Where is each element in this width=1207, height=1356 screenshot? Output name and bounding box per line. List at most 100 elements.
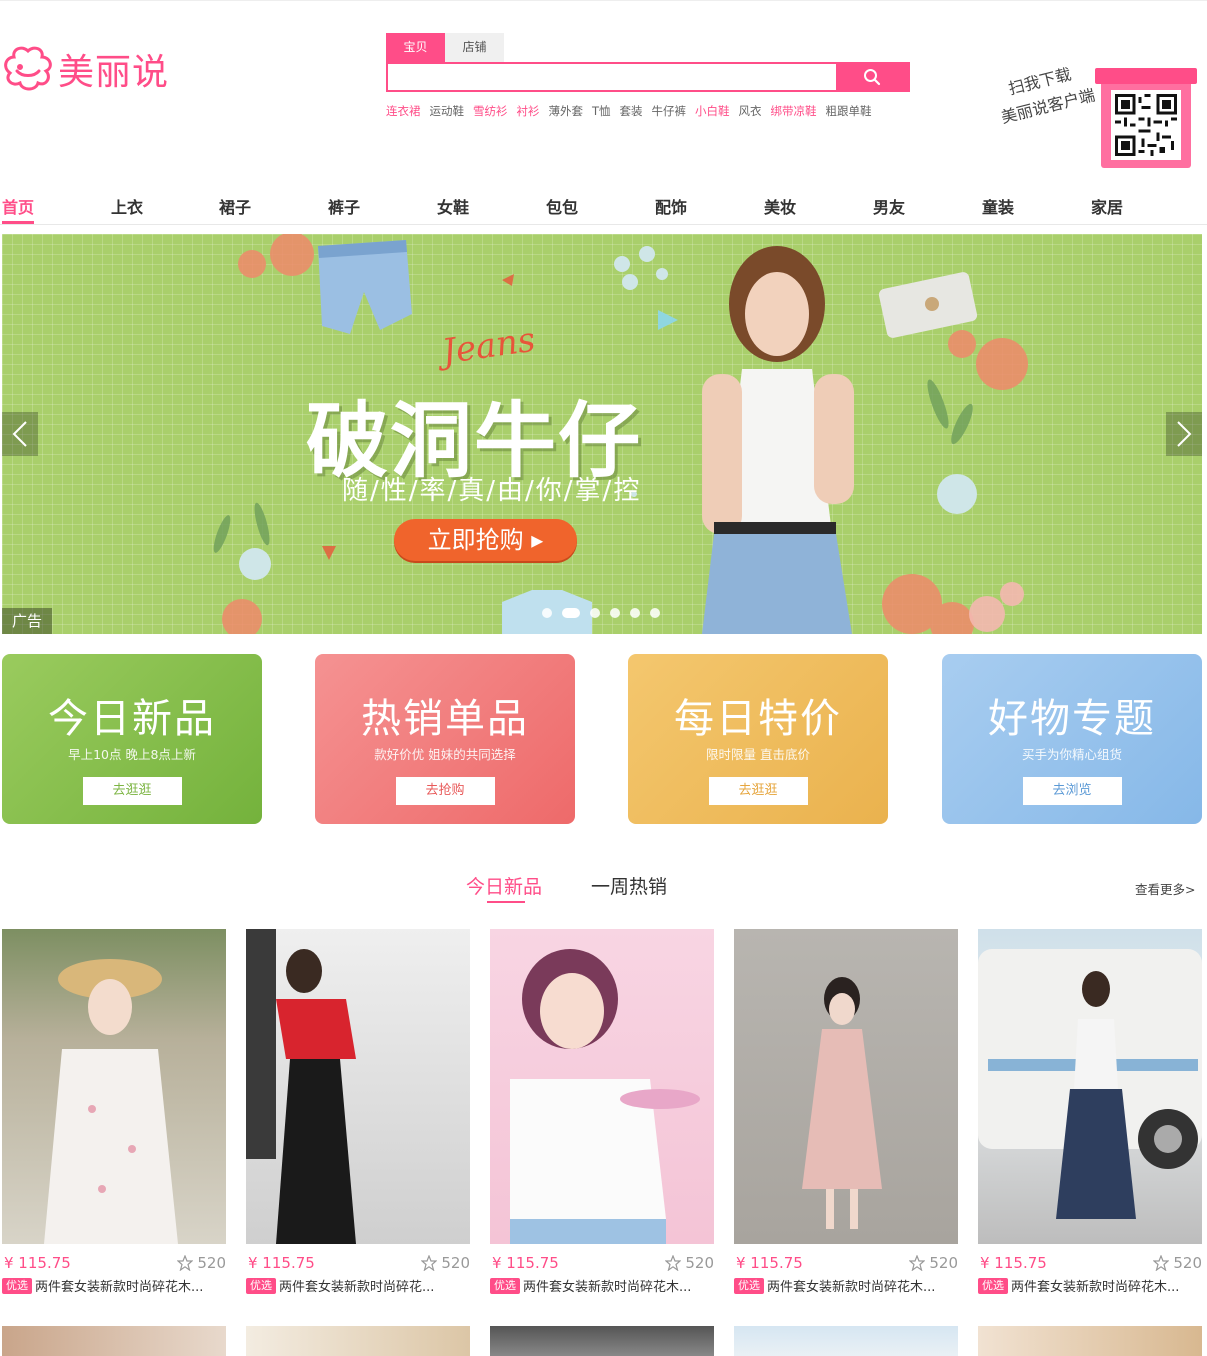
nav-item-boyfriend[interactable]: 男友: [873, 194, 905, 218]
search-button[interactable]: [836, 64, 908, 90]
banner-prev-button[interactable]: [2, 412, 38, 456]
banner-next-button[interactable]: [1166, 412, 1202, 456]
product-card[interactable]: ¥ 115.75 520 优选 两件套女装新款时尚碎花...: [246, 929, 470, 1295]
nav-item-bags[interactable]: 包包: [546, 194, 578, 218]
nav-item-pants[interactable]: 裤子: [328, 194, 360, 218]
nav-item-kids[interactable]: 童装: [982, 194, 1014, 218]
banner-dot-active[interactable]: [562, 608, 580, 618]
product-image-next-row[interactable]: [978, 1326, 1202, 1356]
hot-word[interactable]: 粗跟单鞋: [826, 103, 872, 119]
nav-active-indicator: [2, 221, 34, 224]
app-download-promo[interactable]: 扫我下载 美丽说客户端: [993, 40, 1199, 170]
nav-item-beauty[interactable]: 美妆: [764, 194, 796, 218]
product-image[interactable]: [2, 929, 226, 1244]
site-logo[interactable]: 美丽说: [2, 44, 169, 94]
product-image[interactable]: [490, 929, 714, 1244]
nav-item-shoes[interactable]: 女鞋: [437, 194, 469, 218]
tab-today-new[interactable]: 今日新品: [466, 872, 542, 899]
banner-dot[interactable]: [542, 608, 552, 618]
product-card[interactable]: ¥ 115.75 520 优选 两件套女装新款时尚碎花木...: [2, 929, 226, 1295]
promo-title: 好物专题: [988, 696, 1156, 742]
hot-word[interactable]: 衬衫: [517, 103, 540, 119]
product-title-row[interactable]: 优选 两件套女装新款时尚碎花木...: [978, 1276, 1202, 1295]
logo-text: 美丽说: [58, 52, 170, 93]
product-title: 两件套女装新款时尚碎花木...: [1011, 1280, 1180, 1295]
banner-buy-button[interactable]: 立即抢购 ▸: [394, 519, 577, 561]
search-tab-items[interactable]: 宝贝: [386, 33, 445, 62]
hero-banner[interactable]: Jeans 破洞牛仔 随/性/率/真/由/你/掌/控 立即抢购 ▸ 广告: [2, 234, 1202, 634]
product-likes[interactable]: 520: [177, 1254, 226, 1272]
search-bar: [386, 62, 910, 92]
promo-subtitle: 买手为你精心组货: [1021, 747, 1122, 762]
hot-word[interactable]: 风衣: [739, 103, 762, 119]
flower-logo-icon: [4, 46, 52, 91]
product-image[interactable]: [734, 929, 958, 1244]
banner-dot[interactable]: [610, 608, 620, 618]
promo-card-new[interactable]: 今日新品 早上10点 晚上8点上新 去逛逛: [2, 654, 262, 824]
likes-count: 520: [197, 1254, 226, 1272]
promo-card-hot[interactable]: 热销单品 款好价优 姐妹的共同选择 去抢购: [315, 654, 575, 824]
nav-item-skirts[interactable]: 裙子: [219, 194, 251, 218]
banner-dot[interactable]: [590, 608, 600, 618]
product-title: 两件套女装新款时尚碎花木...: [767, 1280, 936, 1295]
shorts-illustration: [318, 240, 412, 334]
product-image-next-row[interactable]: [490, 1326, 714, 1356]
likes-count: 520: [1173, 1254, 1202, 1272]
promo-button[interactable]: 去逛逛: [82, 777, 182, 805]
nav-item-tops[interactable]: 上衣: [111, 194, 143, 218]
product-likes[interactable]: 520: [421, 1254, 470, 1272]
model-illustration: [702, 246, 854, 634]
hot-word[interactable]: T恤: [592, 103, 611, 119]
promo-button[interactable]: 去抢购: [395, 777, 495, 805]
hot-word[interactable]: 绑带凉鞋: [771, 103, 817, 119]
gift-box-icon: [1095, 68, 1197, 168]
nav-item-home[interactable]: 首页: [2, 194, 34, 218]
banner-dot[interactable]: [630, 608, 640, 618]
hot-word[interactable]: 牛仔裤: [652, 103, 687, 119]
search-icon: [864, 69, 881, 86]
nav-item-home-living[interactable]: 家居: [1091, 194, 1123, 218]
view-more-link[interactable]: 查看更多>: [1135, 879, 1195, 898]
product-title-row[interactable]: 优选 两件套女装新款时尚碎花木...: [734, 1276, 958, 1295]
star-icon: [665, 1255, 682, 1271]
tab-weekly-hot[interactable]: 一周热销: [591, 872, 667, 899]
star-icon: [421, 1255, 438, 1271]
hot-word[interactable]: 小白鞋: [695, 103, 730, 119]
product-card[interactable]: ¥ 115.75 520 优选 两件套女装新款时尚碎花木...: [734, 929, 958, 1295]
product-price: ¥ 115.75: [980, 1254, 1047, 1272]
product-badge: 优选: [978, 1277, 1008, 1294]
hot-word[interactable]: 连衣裙: [386, 103, 421, 119]
product-price: ¥ 115.75: [492, 1254, 559, 1272]
product-image[interactable]: [246, 929, 470, 1244]
product-title-row[interactable]: 优选 两件套女装新款时尚碎花...: [246, 1276, 470, 1295]
product-likes[interactable]: 520: [665, 1254, 714, 1272]
promo-button[interactable]: 去逛逛: [708, 777, 808, 805]
promo-button[interactable]: 去浏览: [1022, 777, 1122, 805]
product-likes[interactable]: 520: [1153, 1254, 1202, 1272]
product-badge: 优选: [246, 1277, 276, 1294]
banner-dot[interactable]: [650, 608, 660, 618]
hot-word[interactable]: 运动鞋: [430, 103, 465, 119]
promo-card-deals[interactable]: 每日特价 限时限量 直击底价 去逛逛: [628, 654, 888, 824]
nav-item-accessories[interactable]: 配饰: [655, 194, 687, 218]
top-divider: [0, 0, 1207, 1]
product-image-next-row[interactable]: [2, 1326, 226, 1356]
product-image[interactable]: [978, 929, 1202, 1244]
section-tab-indicator: [487, 901, 525, 903]
bag-illustration: [878, 272, 978, 338]
hot-word[interactable]: 雪纺衫: [473, 103, 508, 119]
product-title-row[interactable]: 优选 两件套女装新款时尚碎花木...: [2, 1276, 226, 1295]
product-likes[interactable]: 520: [909, 1254, 958, 1272]
product-image-next-row[interactable]: [246, 1326, 470, 1356]
product-title: 两件套女装新款时尚碎花木...: [35, 1280, 204, 1295]
hot-word[interactable]: 薄外套: [549, 103, 584, 119]
banner-subtitle: 随/性/率/真/由/你/掌/控: [342, 476, 642, 506]
search-tab-shops[interactable]: 店铺: [445, 33, 504, 62]
promo-card-topics[interactable]: 好物专题 买手为你精心组货 去浏览: [942, 654, 1202, 824]
product-card[interactable]: ¥ 115.75 520 优选 两件套女装新款时尚碎花木...: [978, 929, 1202, 1295]
hot-word[interactable]: 套装: [620, 103, 643, 119]
product-title-row[interactable]: 优选 两件套女装新款时尚碎花木...: [490, 1276, 714, 1295]
product-image-next-row[interactable]: [734, 1326, 958, 1356]
product-card[interactable]: ¥ 115.75 520 优选 两件套女装新款时尚碎花木...: [490, 929, 714, 1295]
search-input[interactable]: [388, 64, 836, 90]
